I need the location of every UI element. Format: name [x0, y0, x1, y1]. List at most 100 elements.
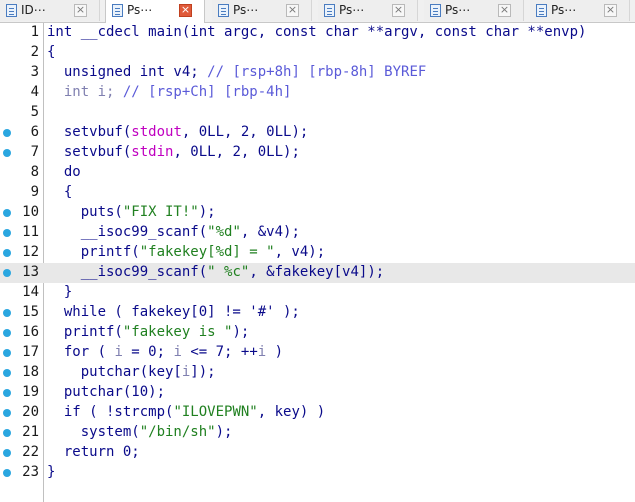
- code-line[interactable]: 12 printf("fakekey[%d] = ", v4);: [0, 243, 635, 263]
- tab-label: Ps⋯: [445, 3, 471, 17]
- tab-6[interactable]: Ps⋯ ×: [530, 0, 630, 21]
- close-tab-icon[interactable]: ×: [392, 4, 405, 17]
- pseudocode-editor[interactable]: 1 int __cdecl main(int argc, const char *…: [0, 23, 635, 502]
- breakpoint-dot-icon[interactable]: [3, 309, 11, 317]
- code-token: , 0LL, 2, 0LL);: [181, 124, 309, 140]
- code-line[interactable]: 19 putchar(10);: [0, 383, 635, 403]
- code-token: int __cdecl main(int argc, const char **…: [47, 24, 587, 40]
- code-text: int i; // [rsp+Ch] [rbp-4h]: [47, 84, 292, 100]
- line-number: 10: [22, 204, 39, 220]
- tab-label: Ps⋯: [551, 3, 577, 17]
- code-text: int __cdecl main(int argc, const char **…: [47, 24, 586, 40]
- code-token: return 0;: [47, 444, 140, 460]
- code-line[interactable]: 17 for ( i = 0; i <= 7; ++i ): [0, 343, 635, 363]
- code-text: }: [47, 464, 55, 480]
- code-line[interactable]: 9 {: [0, 183, 635, 203]
- close-tab-icon[interactable]: ×: [74, 4, 87, 17]
- code-line[interactable]: 21 system("/bin/sh");: [0, 423, 635, 443]
- code-token: "fakekey is ": [122, 324, 233, 340]
- breakpoint-dot-icon[interactable]: [3, 369, 11, 377]
- breakpoint-dot-icon[interactable]: [3, 229, 11, 237]
- close-tab-icon[interactable]: ×: [604, 4, 617, 17]
- line-number: 16: [22, 324, 39, 340]
- code-text: unsigned int v4; // [rsp+8h] [rbp-8h] BY…: [47, 64, 426, 80]
- code-token: {: [47, 44, 56, 60]
- code-token: do: [47, 164, 81, 180]
- breakpoint-dot-icon[interactable]: [3, 429, 11, 437]
- code-token: // [rsp+Ch] [rbp-4h]: [122, 84, 292, 100]
- code-token: <= 7; ++: [181, 344, 258, 360]
- code-line[interactable]: 3 unsigned int v4; // [rsp+8h] [rbp-8h] …: [0, 63, 635, 83]
- code-token: ): [266, 344, 284, 360]
- code-line[interactable]: 2{: [0, 43, 635, 63]
- code-line[interactable]: 8 do: [0, 163, 635, 183]
- code-text: __isoc99_scanf(" %c", &fakekey[v4]);: [47, 264, 384, 280]
- tab-3[interactable]: Ps⋯ ×: [212, 0, 312, 21]
- tab-2[interactable]: Ps⋯ ×: [105, 0, 205, 23]
- code-text: printf("fakekey[%d] = ", v4);: [47, 244, 325, 260]
- code-token: "%d": [207, 224, 241, 240]
- code-line[interactable]: 7 setvbuf(stdin, 0LL, 2, 0LL);: [0, 143, 635, 163]
- tab-5[interactable]: Ps⋯ ×: [424, 0, 524, 21]
- code-token: putchar(10);: [47, 384, 166, 400]
- breakpoint-dot-icon[interactable]: [3, 389, 11, 397]
- code-line[interactable]: 13 __isoc99_scanf(" %c", &fakekey[v4]);: [0, 263, 635, 283]
- code-token: putchar(key[: [47, 364, 182, 380]
- code-token: stdout: [131, 124, 182, 140]
- code-line[interactable]: 10 puts("FIX IT!");: [0, 203, 635, 223]
- code-token: " %c": [207, 264, 250, 280]
- pseudocode-tab-icon: [6, 4, 17, 17]
- code-token: system(: [47, 424, 140, 440]
- breakpoint-dot-icon[interactable]: [3, 349, 11, 357]
- line-number: 20: [22, 404, 39, 420]
- line-number: 9: [30, 184, 39, 200]
- code-token: }: [47, 464, 56, 480]
- code-text: puts("FIX IT!");: [47, 204, 216, 220]
- code-token: "fakekey[%d] = ": [139, 244, 275, 260]
- code-line[interactable]: 18 putchar(key[i]);: [0, 363, 635, 383]
- breakpoint-dot-icon[interactable]: [3, 409, 11, 417]
- code-token: "/bin/sh": [139, 424, 216, 440]
- code-token: , &fakekey[v4]);: [249, 264, 385, 280]
- code-line[interactable]: 15 while ( fakekey[0] != '#' );: [0, 303, 635, 323]
- breakpoint-dot-icon[interactable]: [3, 149, 11, 157]
- pseudocode-tab-icon: [218, 4, 229, 17]
- code-line[interactable]: 4 int i; // [rsp+Ch] [rbp-4h]: [0, 83, 635, 103]
- code-text: __isoc99_scanf("%d", &v4);: [47, 224, 300, 240]
- code-line[interactable]: 6 setvbuf(stdout, 0LL, 2, 0LL);: [0, 123, 635, 143]
- code-line[interactable]: 20 if ( !strcmp("ILOVEPWN", key) ): [0, 403, 635, 423]
- code-token: __isoc99_scanf(: [47, 264, 208, 280]
- code-line[interactable]: 16 printf("fakekey is ");: [0, 323, 635, 343]
- code-token: );: [215, 424, 233, 440]
- code-line[interactable]: 1 int __cdecl main(int argc, const char *…: [0, 23, 635, 43]
- tab-1[interactable]: ID⋯ ×: [0, 0, 100, 21]
- code-token: setvbuf(: [47, 144, 132, 160]
- code-text: {: [47, 44, 55, 60]
- line-number: 22: [22, 444, 39, 460]
- code-line[interactable]: 11 __isoc99_scanf("%d", &v4);: [0, 223, 635, 243]
- breakpoint-dot-icon[interactable]: [3, 329, 11, 337]
- code-text: system("/bin/sh");: [47, 424, 233, 440]
- breakpoint-dot-icon[interactable]: [3, 249, 11, 257]
- close-tab-icon[interactable]: ×: [286, 4, 299, 17]
- tab-4[interactable]: Ps⋯ ×: [318, 0, 418, 21]
- breakpoint-dot-icon[interactable]: [3, 129, 11, 137]
- line-number: 15: [22, 304, 39, 320]
- code-token: );: [232, 324, 250, 340]
- close-tab-icon[interactable]: ×: [498, 4, 511, 17]
- code-line[interactable]: 5: [0, 103, 635, 123]
- code-line[interactable]: 22 return 0;: [0, 443, 635, 463]
- code-line[interactable]: 23}: [0, 463, 635, 483]
- breakpoint-dot-icon[interactable]: [3, 209, 11, 217]
- code-token: , v4);: [274, 244, 326, 260]
- tab-label: Ps⋯: [233, 3, 259, 17]
- breakpoint-dot-icon[interactable]: [3, 469, 11, 477]
- code-line[interactable]: 14 }: [0, 283, 635, 303]
- code-token: , 0LL, 2, 0LL);: [173, 144, 300, 160]
- pseudocode-tab-icon: [536, 4, 547, 17]
- line-number: 3: [30, 64, 39, 80]
- breakpoint-dot-icon[interactable]: [3, 269, 11, 277]
- close-tab-icon[interactable]: ×: [179, 4, 192, 17]
- pseudocode-tab-icon: [324, 4, 335, 17]
- breakpoint-dot-icon[interactable]: [3, 449, 11, 457]
